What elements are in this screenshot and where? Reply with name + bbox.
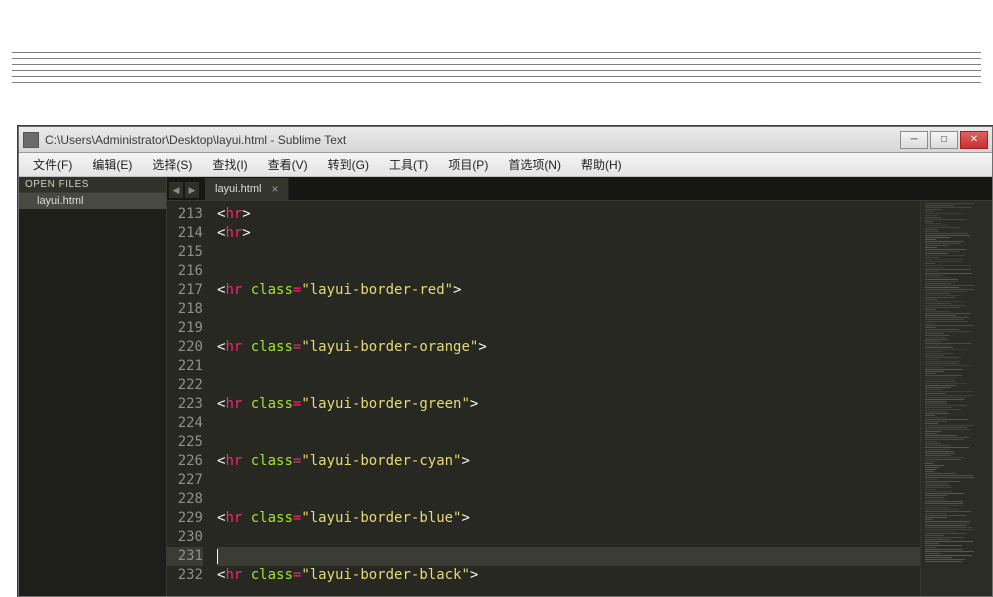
line-number: 231: [167, 547, 203, 566]
hr-blue: [12, 82, 981, 83]
sublime-window: C:\Users\Administrator\Desktop\layui.htm…: [18, 126, 993, 597]
code-line[interactable]: [217, 414, 920, 433]
code-line[interactable]: [217, 300, 920, 319]
line-number: 216: [167, 262, 203, 281]
nav-forward-icon[interactable]: ▶: [185, 182, 199, 198]
sidebar: OPEN FILES layui.html: [19, 177, 167, 596]
code-line[interactable]: [217, 433, 920, 452]
maximize-button[interactable]: □: [930, 131, 958, 149]
tabstrip: ◀ ▶ layui.html ×: [167, 177, 992, 201]
line-number: 227: [167, 471, 203, 490]
code-line[interactable]: <hr class="layui-border-green">: [217, 395, 920, 414]
menu-item-8[interactable]: 首选项(N): [500, 154, 569, 175]
titlebar[interactable]: C:\Users\Administrator\Desktop\layui.htm…: [19, 127, 992, 153]
menu-item-3[interactable]: 查找(I): [204, 154, 255, 175]
code-line[interactable]: <hr class="layui-border-red">: [217, 281, 920, 300]
editor-body[interactable]: 2132142152162172182192202212222232242252…: [167, 201, 992, 596]
sublime-app-icon: [23, 132, 39, 148]
menu-item-1[interactable]: 编辑(E): [84, 154, 140, 175]
code-line[interactable]: [217, 243, 920, 262]
close-button[interactable]: ✕: [960, 131, 988, 149]
line-number: 232: [167, 566, 203, 585]
menu-item-0[interactable]: 文件(F): [25, 154, 80, 175]
code-line[interactable]: <hr class="layui-border-blue">: [217, 509, 920, 528]
line-number: 214: [167, 224, 203, 243]
code-line[interactable]: [217, 528, 920, 547]
sidebar-file[interactable]: layui.html: [19, 193, 166, 209]
hr-default: [12, 52, 981, 53]
tab-active[interactable]: layui.html ×: [205, 178, 289, 200]
line-number: 221: [167, 357, 203, 376]
menu-item-6[interactable]: 工具(T): [381, 154, 436, 175]
line-number: 215: [167, 243, 203, 262]
rendered-preview: [0, 2, 993, 83]
window-title: C:\Users\Administrator\Desktop\layui.htm…: [45, 133, 900, 147]
line-number: 218: [167, 300, 203, 319]
code-line[interactable]: <hr class="layui-border-cyan">: [217, 452, 920, 471]
line-number: 223: [167, 395, 203, 414]
menu-item-5[interactable]: 转到(G): [320, 154, 377, 175]
minimize-button[interactable]: ─: [900, 131, 928, 149]
workspace: OPEN FILES layui.html ◀ ▶ layui.html × 2…: [19, 177, 992, 596]
hr-red: [12, 58, 981, 59]
hr-cyan: [12, 76, 981, 77]
code-line[interactable]: [217, 357, 920, 376]
minimap[interactable]: [920, 201, 992, 596]
editor-column: ◀ ▶ layui.html × 21321421521621721821922…: [167, 177, 992, 596]
line-number: 217: [167, 281, 203, 300]
menu-item-7[interactable]: 项目(P): [440, 154, 496, 175]
code-area[interactable]: <hr><hr> <hr class="layui-border-red"> <hr…: [211, 201, 920, 596]
line-number: 224: [167, 414, 203, 433]
line-number: 226: [167, 452, 203, 471]
line-number: 228: [167, 490, 203, 509]
code-line[interactable]: [217, 490, 920, 509]
code-line[interactable]: [217, 262, 920, 281]
line-number: 219: [167, 319, 203, 338]
line-number: 213: [167, 205, 203, 224]
line-number: 230: [167, 528, 203, 547]
menu-item-2[interactable]: 选择(S): [144, 154, 200, 175]
line-number: 225: [167, 433, 203, 452]
caret: [217, 549, 218, 564]
code-line[interactable]: [217, 547, 920, 566]
nav-back-icon[interactable]: ◀: [169, 182, 183, 198]
code-line[interactable]: [217, 319, 920, 338]
tab-close-icon[interactable]: ×: [271, 182, 278, 196]
hr-orange: [12, 64, 981, 65]
code-line[interactable]: <hr>: [217, 205, 920, 224]
code-line[interactable]: <hr>: [217, 224, 920, 243]
gutter: 2132142152162172182192202212222232242252…: [167, 201, 211, 596]
tab-label: layui.html: [215, 183, 261, 195]
sidebar-heading: OPEN FILES: [19, 177, 166, 193]
line-number: 229: [167, 509, 203, 528]
code-line[interactable]: [217, 471, 920, 490]
code-line[interactable]: <hr class="layui-border-black">: [217, 566, 920, 585]
hr-green: [12, 70, 981, 71]
code-line[interactable]: [217, 376, 920, 395]
code-line[interactable]: <hr class="layui-border-orange">: [217, 338, 920, 357]
line-number: 220: [167, 338, 203, 357]
line-number: 222: [167, 376, 203, 395]
menu-item-4[interactable]: 查看(V): [260, 154, 316, 175]
menu-item-9[interactable]: 帮助(H): [573, 154, 630, 175]
menubar: 文件(F)编辑(E)选择(S)查找(I)查看(V)转到(G)工具(T)项目(P)…: [19, 153, 992, 177]
